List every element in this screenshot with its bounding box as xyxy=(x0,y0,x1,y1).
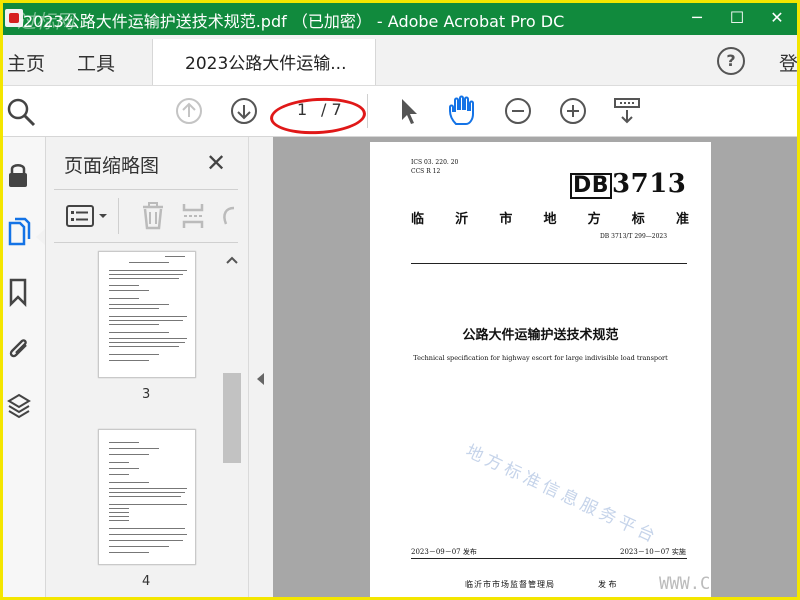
db-prefix: DB xyxy=(570,173,613,199)
attachment-icon[interactable] xyxy=(6,333,32,363)
thumbnails-panel-title: 页面缩略图 xyxy=(64,155,160,177)
toolbar-divider xyxy=(367,94,368,128)
main-toolbar: 1 / 7 xyxy=(3,86,797,137)
zoom-search-icon[interactable] xyxy=(6,96,38,128)
lock-icon[interactable] xyxy=(6,161,30,191)
tab-document-label: 2023公路大件运输... xyxy=(185,54,347,74)
region-char: 标 xyxy=(631,212,645,227)
restore-button[interactable]: ☐ xyxy=(717,3,757,35)
help-icon[interactable]: ? xyxy=(717,47,745,75)
issuing-action: 发 布 xyxy=(598,580,617,589)
thumbnail-page-3-label: 3 xyxy=(142,387,151,402)
region-char: 临 xyxy=(411,212,425,227)
thumbnail-options-bar xyxy=(54,189,238,243)
db-standard-mark: DB 3713 xyxy=(570,169,686,199)
chevron-down-icon[interactable] xyxy=(98,212,108,220)
collapse-panel-icon[interactable] xyxy=(257,373,264,385)
acrobat-window: 2023公路大件运输护送技术规范.pdf （已加密） - Adobe Acrob… xyxy=(0,0,800,600)
page-watermark: 地方标准信息服务平台 xyxy=(462,441,662,549)
pdf-page: ICS 03. 220. 20 CCS R 12 DB 3713 临 沂 市 地 … xyxy=(370,142,711,597)
next-page-icon[interactable] xyxy=(230,97,258,125)
window-title: 2023公路大件运输护送技术规范.pdf （已加密） - Adobe Acrob… xyxy=(23,12,565,31)
active-panel-pointer xyxy=(36,229,45,245)
left-tool-rail xyxy=(3,137,46,597)
region-char: 市 xyxy=(499,212,513,227)
scrollbar-thumb[interactable] xyxy=(223,373,241,463)
issuing-authority: 临沂市市场监督管理局 xyxy=(465,580,555,589)
tab-home[interactable]: 主页 xyxy=(7,49,45,76)
site-watermark-logo: 过标网 xyxy=(17,11,75,33)
standard-title-zh: 公路大件运输护送技术规范 xyxy=(462,328,619,343)
rotate-page-icon[interactable] xyxy=(220,202,236,230)
ics-line: ICS 03. 220. 20 xyxy=(411,159,459,166)
options-menu-icon[interactable] xyxy=(66,205,94,227)
region-char: 准 xyxy=(675,212,689,227)
scroll-up-icon[interactable] xyxy=(226,256,238,264)
release-date: 2023－09－07 发布 xyxy=(411,548,477,556)
tab-document[interactable]: 2023公路大件运输... xyxy=(152,39,376,85)
thumbnails-panel: 页面缩略图 ✕ 3 4 xyxy=(46,137,248,597)
options-divider xyxy=(118,198,119,234)
ics-code: ICS 03. 220. 20 CCS R 12 xyxy=(411,158,458,176)
ccs-line: CCS R 12 xyxy=(411,168,441,175)
thumbnail-page-4[interactable] xyxy=(98,429,196,565)
tab-bar: 主页 工具 2023公路大件运输... ? 登 xyxy=(3,35,797,86)
panel-splitter[interactable] xyxy=(248,137,273,597)
page-thumbnails-icon[interactable] xyxy=(6,217,32,247)
header-rule xyxy=(411,263,687,264)
site-url-watermark: WWW.C xyxy=(659,574,711,594)
footer-rule xyxy=(411,558,687,559)
close-panel-icon[interactable]: ✕ xyxy=(206,149,226,177)
thumbnail-page-3[interactable] xyxy=(98,251,196,378)
standard-code: DB 3713/T 299—2023 xyxy=(600,233,668,240)
tab-tools[interactable]: 工具 xyxy=(77,49,115,76)
close-window-button[interactable]: ✕ xyxy=(757,3,797,35)
region-char: 沂 xyxy=(455,212,469,227)
layers-icon[interactable] xyxy=(6,391,32,423)
implement-date: 2023－10－07 实施 xyxy=(620,548,686,556)
delete-page-icon[interactable] xyxy=(140,202,166,230)
standard-title-en: Technical specification for highway esco… xyxy=(413,354,668,362)
insert-page-icon[interactable] xyxy=(180,202,206,230)
hand-tool-icon[interactable] xyxy=(447,94,479,128)
db-number: 3713 xyxy=(612,169,687,199)
bookmark-icon[interactable] xyxy=(6,277,30,307)
scroll-mode-icon[interactable] xyxy=(611,96,643,126)
zoom-in-icon[interactable] xyxy=(559,97,587,125)
select-cursor-icon[interactable] xyxy=(397,96,421,126)
region-standard-heading: 临 沂 市 地 方 标 准 xyxy=(411,208,689,227)
thumbnails-scrollbar[interactable] xyxy=(221,250,243,597)
region-char: 地 xyxy=(543,212,557,227)
title-bar: 2023公路大件运输护送技术规范.pdf （已加密） - Adobe Acrob… xyxy=(3,3,797,35)
previous-page-icon[interactable] xyxy=(175,97,203,125)
signin-link[interactable]: 登 xyxy=(779,49,797,76)
minimize-button[interactable]: ─ xyxy=(677,3,717,35)
zoom-out-icon[interactable] xyxy=(504,97,532,125)
thumbnail-page-4-label: 4 xyxy=(142,574,151,589)
region-char: 方 xyxy=(587,212,601,227)
